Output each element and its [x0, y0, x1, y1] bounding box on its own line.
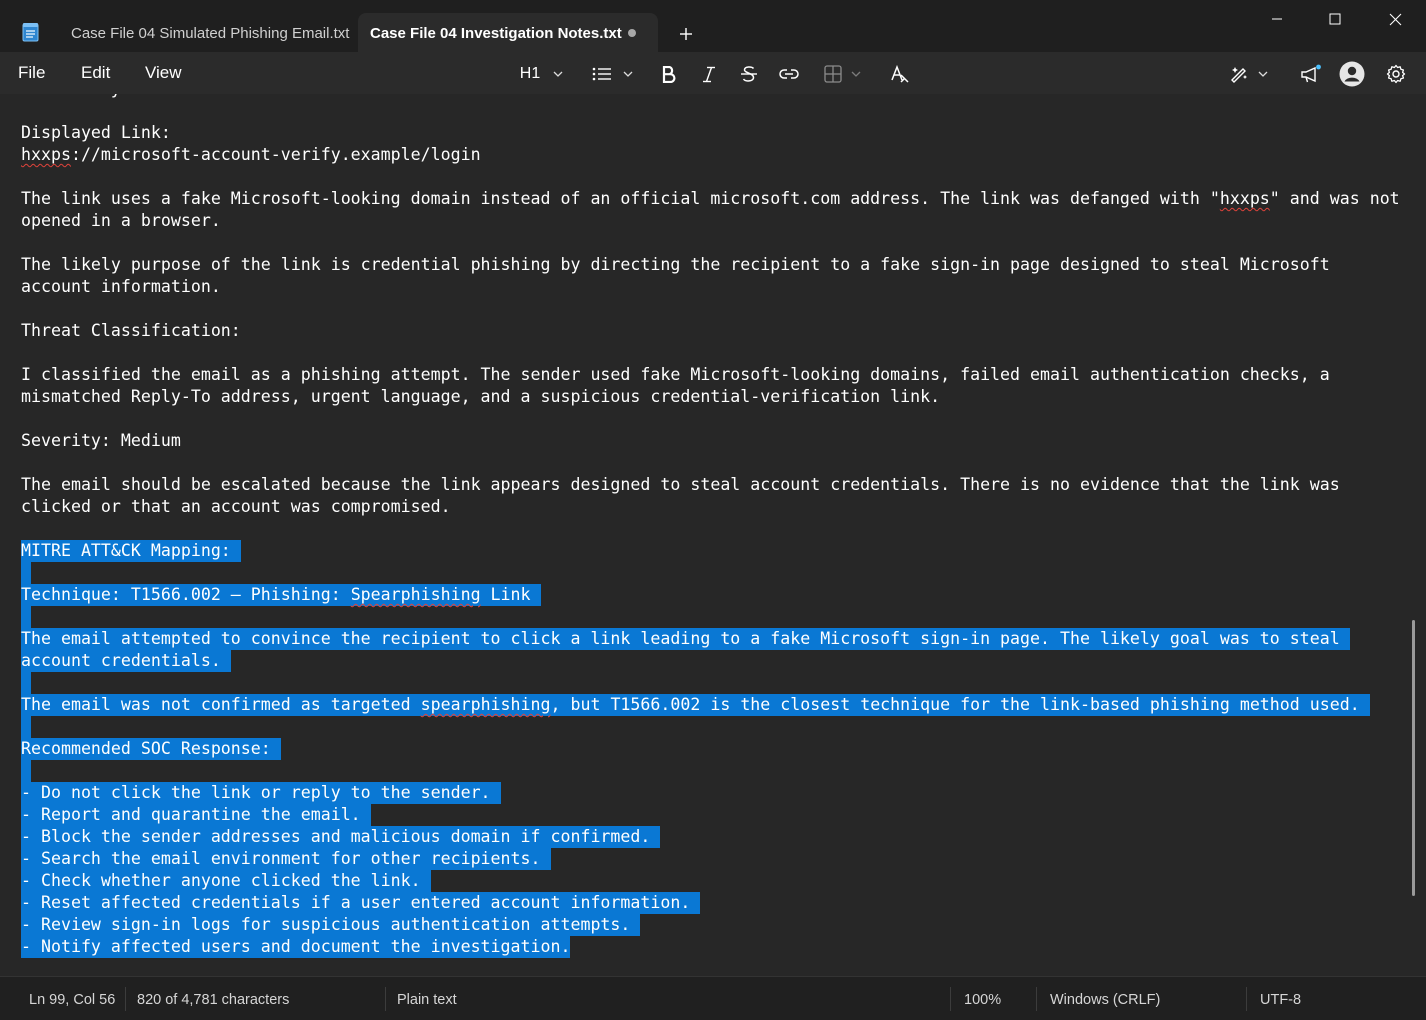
text-line: - Search the email environment for other… [21, 848, 551, 870]
text-line: - Check whether anyone clicked the link. [21, 870, 431, 892]
text-line: - Notify affected users and document the… [21, 936, 571, 958]
selected-empty-line [21, 672, 31, 694]
close-icon [1389, 13, 1401, 25]
chevron-down-icon [623, 71, 633, 77]
status-divider [950, 987, 951, 1011]
zoom-level[interactable]: 100% [964, 992, 1001, 1008]
clear-formatting-button[interactable] [888, 61, 912, 87]
text-editor[interactable]: Link Analysis: Displayed Link: hxxps://mic… [0, 94, 1426, 976]
link-icon [779, 69, 799, 79]
selected-empty-line [21, 716, 31, 738]
heading-level-label: H1 [519, 65, 541, 82]
menu-file[interactable]: File [18, 63, 45, 83]
status-divider [1246, 987, 1247, 1011]
announcements-icon [1301, 64, 1321, 83]
misspelled-word[interactable]: hxxps [1220, 189, 1270, 208]
text-line: Severity: Medium [21, 431, 181, 450]
new-tab-icon [680, 28, 692, 40]
italic-icon [703, 66, 715, 82]
file-format: Plain text [397, 992, 457, 1008]
text-line: I classified the email as a phishing att… [21, 365, 1330, 384]
title-bar: Case File 04 Simulated Phishing Email.tx… [0, 0, 1426, 53]
list-icon [592, 67, 611, 81]
misspelled-word[interactable]: Spearphishing [351, 585, 481, 604]
selected-empty-line [21, 760, 31, 782]
text-line: The email should be escalated because th… [21, 475, 1340, 494]
line-ending[interactable]: Windows (CRLF) [1050, 992, 1160, 1008]
maximize-icon [1329, 13, 1341, 25]
text-line: opened in a browser. [21, 211, 221, 230]
text-line: hxxps://microsoft-account-verify.example… [21, 145, 481, 164]
minimize-button[interactable] [1266, 8, 1288, 30]
menu-view[interactable]: View [145, 63, 182, 83]
tab-phishing-email[interactable]: Case File 04 Simulated Phishing Email.tx… [54, 13, 358, 53]
copilot-rewrite-button[interactable] [1226, 61, 1272, 87]
text-line: - Block the sender addresses and malicio… [21, 826, 661, 848]
status-bar: Ln 99, Col 56 820 of 4,781 characters Pl… [0, 976, 1426, 1020]
vertical-scrollbar[interactable] [1412, 620, 1415, 896]
link-button[interactable] [776, 61, 802, 87]
encoding[interactable]: UTF-8 [1260, 992, 1301, 1008]
status-divider [1036, 987, 1037, 1011]
text-line: - Reset affected credentials if a user e… [21, 892, 701, 914]
text-line: mismatched Reply-To address, urgent lang… [21, 387, 941, 406]
table-dropdown-button[interactable] [820, 61, 866, 87]
chevron-down-icon [851, 71, 861, 77]
misspelled-word[interactable]: hxxps [21, 145, 71, 164]
unsaved-dot-icon[interactable] [628, 29, 636, 37]
text-line: The email attempted to convince the reci… [21, 628, 1350, 650]
strikethrough-icon [741, 66, 757, 82]
text-line: clicked or that an account was compromis… [21, 497, 451, 516]
text-line: account credentials. [21, 650, 231, 672]
new-tab-button[interactable] [674, 22, 698, 46]
text-line: MITRE ATT&CK Mapping: [21, 540, 241, 562]
text-line: The email was not confirmed as targeted … [21, 694, 1370, 716]
text-line: The link uses a fake Microsoft-looking d… [21, 189, 1400, 208]
chevron-down-icon [553, 71, 563, 77]
menu-bar: File Edit View H1 [0, 52, 1426, 94]
bold-button[interactable] [658, 61, 680, 87]
announcements-button[interactable] [1298, 61, 1324, 87]
settings-button[interactable] [1384, 61, 1408, 87]
list-dropdown-button[interactable] [590, 61, 636, 87]
menu-edit[interactable]: Edit [81, 63, 110, 83]
clear-formatting-icon [891, 65, 909, 83]
character-count: 820 of 4,781 characters [137, 992, 290, 1008]
status-divider [125, 987, 126, 1011]
italic-button[interactable] [698, 61, 720, 87]
tab-label: Case File 04 Investigation Notes.txt [370, 24, 622, 42]
bold-icon [662, 65, 676, 83]
text-line: - Review sign-in logs for suspicious aut… [21, 914, 641, 936]
heading-dropdown-button[interactable]: H1 [518, 61, 566, 87]
text-line: - Do not click the link or reply to the … [21, 782, 501, 804]
copilot-rewrite-icon [1231, 67, 1247, 83]
tab-investigation-notes[interactable]: Case File 04 Investigation Notes.txt [358, 13, 658, 53]
text-line: The likely purpose of the link is creden… [21, 255, 1330, 274]
text-line: Technique: T1566.002 – Phishing: Spearph… [21, 584, 541, 606]
close-button[interactable] [1384, 8, 1406, 30]
cursor-position: Ln 99, Col 56 [29, 992, 116, 1008]
status-divider [385, 987, 386, 1011]
text-line: Displayed Link: [21, 123, 171, 142]
text-line: - Report and quarantine the email. [21, 804, 371, 826]
strikethrough-button[interactable] [738, 61, 760, 87]
selected-empty-line [21, 562, 31, 584]
maximize-button[interactable] [1324, 8, 1346, 30]
table-icon [824, 65, 842, 83]
notepad-app-icon [22, 22, 39, 42]
text-line: Threat Classification: [21, 321, 241, 340]
minimize-icon [1272, 18, 1282, 20]
text-line: account information. [21, 277, 221, 296]
misspelled-word[interactable]: spearphishing [421, 695, 551, 714]
selected-empty-line [21, 606, 31, 628]
text-line: Link Analysis: [21, 94, 161, 100]
tab-label: Case File 04 Simulated Phishing Email.tx… [71, 24, 350, 42]
settings-icon [1386, 64, 1406, 84]
account-avatar-icon [1339, 61, 1365, 87]
chevron-down-icon [1258, 71, 1268, 77]
account-avatar[interactable] [1339, 61, 1365, 87]
text-line: Recommended SOC Response: [21, 738, 281, 760]
